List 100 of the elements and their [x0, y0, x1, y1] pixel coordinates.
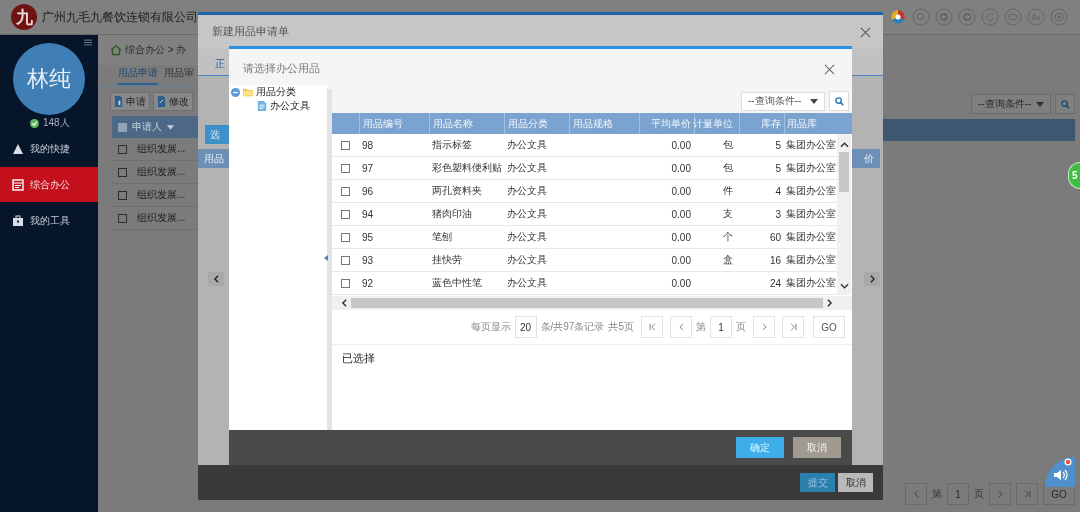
scroll-left-button[interactable] [208, 272, 224, 286]
dialog-title: 新建用品申请单 [212, 25, 289, 39]
sidebar-item[interactable]: 我的快捷 [0, 131, 98, 166]
page-input[interactable]: 1 [947, 483, 969, 505]
checkbox[interactable] [118, 213, 127, 223]
query-select[interactable]: --查询条件-- [971, 94, 1051, 114]
chevron-down-icon[interactable] [839, 283, 849, 289]
column-header[interactable]: 用品名称 [429, 113, 504, 134]
chevron-up-icon[interactable] [839, 142, 849, 148]
table-cell-text: 包 [722, 138, 734, 152]
folder-icon [243, 87, 253, 97]
table-cell: 组织发展... [137, 165, 186, 179]
table-cell-text: 猪肉印油 [431, 207, 473, 221]
tab[interactable]: 正 [213, 57, 227, 75]
checkbox[interactable] [341, 255, 350, 265]
collapse-icon[interactable] [231, 87, 240, 97]
chevron-right-icon[interactable] [827, 299, 832, 307]
column-header[interactable]: 用品库 [784, 113, 837, 134]
table-cell-text: 办公文具 [506, 276, 548, 290]
table-cell-text: 5 [774, 139, 782, 151]
table-cell-text: 92 [361, 277, 375, 289]
column-header[interactable]: 用品编号 [359, 113, 429, 134]
checkbox[interactable] [341, 278, 350, 288]
table-cell: 组织发展... [137, 142, 186, 156]
tree-item[interactable]: 用品分类 [256, 85, 296, 99]
close-icon[interactable] [824, 63, 835, 75]
table-cell-text: 0.00 [670, 231, 692, 243]
toolbar-button[interactable]: 修改 [153, 92, 193, 111]
table-cell-text: 0.00 [670, 254, 692, 266]
page-label: 第 [932, 487, 942, 501]
table-cell-text: 95 [361, 231, 375, 243]
triangle-icon [12, 142, 24, 155]
page-count: 共5页 [608, 320, 634, 334]
column-header[interactable]: 用品分类 [504, 113, 569, 134]
table-cell-text: 彩色塑料便利贴 [431, 161, 503, 175]
scrollbar-thumb[interactable] [839, 152, 849, 192]
dialog-button[interactable]: 取消 [838, 473, 873, 492]
column-header: 价 [864, 151, 874, 166]
last-page-icon [1023, 490, 1031, 498]
select-button[interactable]: 选 [205, 125, 229, 144]
close-icon[interactable] [860, 26, 871, 38]
checkbox[interactable] [341, 186, 350, 196]
caret-icon[interactable] [167, 124, 174, 130]
column-header[interactable]: 平均单价 [639, 113, 694, 134]
query-select[interactable]: --查询条件-- [741, 91, 825, 111]
table-cell-text: 96 [361, 185, 375, 197]
toolbar-button[interactable]: 申请 [110, 92, 150, 111]
checkbox[interactable] [118, 144, 127, 154]
scroll-right-button[interactable] [864, 272, 880, 286]
column-header[interactable]: 用品规格 [569, 113, 639, 134]
table-cell-text: 0.00 [670, 185, 692, 197]
column-header[interactable]: 计量单位 [694, 113, 739, 134]
table-cell-text: 0.00 [670, 208, 692, 220]
vertical-scrollbar[interactable] [837, 134, 851, 295]
search-button[interactable] [1055, 94, 1075, 114]
document-icon [257, 101, 267, 111]
table-cell-text: 93 [361, 254, 375, 266]
table-cell-text: 个 [722, 230, 734, 244]
column-header[interactable]: 库存 [739, 113, 784, 134]
collapse-arrow-icon[interactable] [324, 255, 328, 261]
dialog-button[interactable]: 提交 [800, 473, 835, 492]
table-cell-text: 98 [361, 139, 375, 151]
chevron-right-icon [761, 323, 767, 331]
record-count: 条/共97条记录 [540, 320, 605, 334]
chevron-left-icon[interactable] [342, 299, 347, 307]
selected-items-label: 已选择 [342, 352, 375, 364]
checkbox[interactable] [341, 140, 350, 150]
dialog-button[interactable]: 确定 [736, 437, 784, 458]
table-cell-text: 0.00 [670, 139, 692, 151]
checkbox[interactable] [341, 232, 350, 242]
table-cell-text: 包 [722, 161, 734, 175]
tab[interactable]: 用品申请 [118, 66, 158, 85]
table-cell-text: 24 [768, 277, 782, 289]
home-icon[interactable] [110, 44, 122, 56]
per-page-label: 每页显示 [470, 320, 511, 334]
edit-document-icon [157, 96, 166, 107]
page-input[interactable]: 1 [710, 316, 732, 338]
table-cell-text: 办公文具 [506, 138, 548, 152]
checkbox[interactable] [118, 167, 127, 177]
table-cell-text: 办公文具 [506, 207, 548, 221]
checkbox[interactable] [341, 163, 350, 173]
first-page-button[interactable] [641, 316, 663, 338]
table-cell-text: 蓝色中性笔 [431, 276, 483, 290]
dialog-button[interactable]: 取消 [793, 437, 841, 458]
per-page-input[interactable]: 20 [514, 316, 537, 338]
chevron-right-icon [997, 490, 1003, 498]
checkbox[interactable] [341, 209, 350, 219]
last-page-icon [789, 323, 797, 331]
checkbox[interactable] [118, 122, 127, 132]
search-icon [1060, 99, 1070, 109]
table-cell-text: 集团办公室 [785, 230, 837, 244]
checkbox[interactable] [118, 190, 127, 200]
sidebar-item[interactable]: 综合办公 [0, 167, 98, 202]
go-button[interactable]: GO [813, 316, 845, 338]
horizontal-scrollbar[interactable] [332, 296, 852, 310]
color-wheel-icon[interactable] [889, 8, 907, 26]
chevron-right-icon [869, 275, 875, 283]
sidebar-item[interactable]: 我的工具 [0, 203, 98, 238]
menu-icon[interactable] [84, 39, 92, 46]
tree-item[interactable]: 办公文具 [270, 99, 310, 113]
